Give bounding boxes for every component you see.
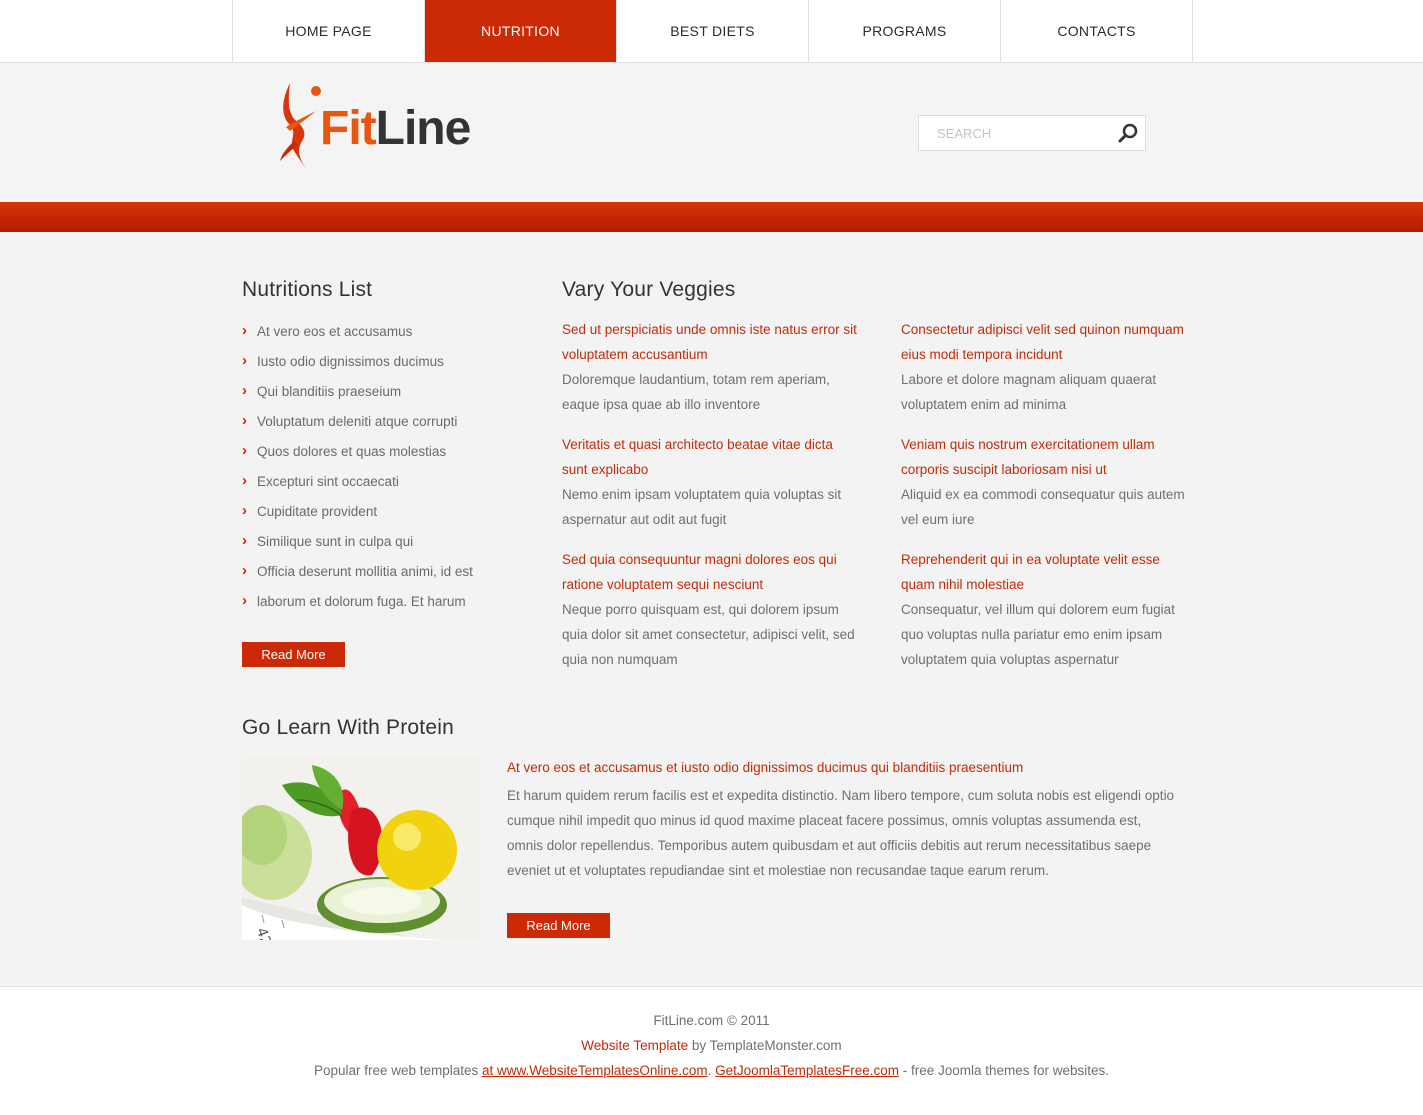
veggie-article: Reprehenderit qui in ea voluptate velit … [901, 547, 1186, 672]
nutritions-list: At vero eos et accusamus Iusto odio dign… [242, 319, 473, 620]
protein-read-more-button[interactable]: Read More [507, 913, 610, 938]
veggie-article-link[interactable]: Consectetur adipisci velit sed quinon nu… [901, 317, 1186, 367]
veggie-article-link[interactable]: Veritatis et quasi architecto beatae vit… [562, 432, 862, 482]
nav-home[interactable]: HOME PAGE [233, 0, 425, 62]
vegetable-skewer-photo: 42 [242, 755, 482, 940]
veggie-article-text: Labore et dolore magnam aliquam quaerat … [901, 372, 1157, 412]
list-item[interactable]: Excepturi sint occaecati [242, 469, 473, 500]
site-footer: FitLine.com © 2011 Website Template by T… [0, 986, 1423, 1115]
veggie-article-text: Doloremque laudantium, totam rem aperiam… [562, 372, 830, 412]
nav-programs[interactable]: PROGRAMS [809, 0, 1001, 62]
protein-article-body: Et harum quidem rerum facilis est et exp… [507, 788, 1175, 878]
nutritions-read-more-button[interactable]: Read More [242, 642, 345, 667]
veggie-article-text: Nemo enim ipsam voluptatem quia voluptas… [562, 487, 842, 527]
website-template-link[interactable]: Website Template [581, 1038, 688, 1053]
veggie-article: Veritatis et quasi architecto beatae vit… [562, 432, 862, 532]
veggie-article-text: Neque porro quisquam est, qui dolorem ip… [562, 602, 855, 667]
veggie-article: Sed quia consequuntur magni dolores eos … [562, 547, 862, 672]
veggie-article: Veniam quis nostrum exercitationem ullam… [901, 432, 1186, 532]
list-item[interactable]: Qui blanditiis praeseium [242, 379, 473, 410]
search-input[interactable] [919, 116, 1109, 150]
protein-article-link[interactable]: At vero eos et accusamus et iusto odio d… [507, 755, 1177, 780]
veggies-column-left: Sed ut perspiciatis unde omnis iste natu… [562, 317, 862, 687]
nav-nutrition[interactable]: NUTRITION [425, 0, 617, 62]
getjoomlatemplatesfree-link[interactable]: GetJoomlaTemplatesFree.com [715, 1063, 899, 1078]
red-divider-band [0, 202, 1423, 232]
footer-template-line: Website Template by TemplateMonster.com [0, 1038, 1423, 1053]
veggies-heading: Vary Your Veggies [562, 278, 736, 301]
template-by-text: by TemplateMonster.com [688, 1038, 842, 1053]
site-header: FitLine [0, 63, 1423, 202]
veggie-article-link[interactable]: Reprehenderit qui in ea voluptate velit … [901, 547, 1186, 597]
list-item[interactable]: Iusto odio dignissimos ducimus [242, 349, 473, 380]
websitetemplatesonline-link[interactable]: at www.WebsiteTemplatesOnline.com [482, 1063, 708, 1078]
list-item[interactable]: Officia deserunt mollitia animi, id est [242, 559, 473, 590]
list-item[interactable]: Similique sunt in culpa qui [242, 529, 473, 560]
popular-prefix-text: Popular free web templates [313, 1063, 483, 1078]
veggie-article-link[interactable]: Veniam quis nostrum exercitationem ullam… [901, 432, 1186, 482]
nutritions-list-heading: Nutritions List [242, 278, 373, 301]
veggie-article-link[interactable]: Sed quia consequuntur magni dolores eos … [562, 547, 862, 597]
logo-wordmark: FitLine [320, 102, 472, 155]
protein-article: At vero eos et accusamus et iusto odio d… [507, 755, 1177, 883]
nav-best-diets[interactable]: BEST DIETS [617, 0, 809, 62]
list-item[interactable]: laborum et dolorum fuga. Et harum [242, 589, 473, 620]
main-nav: HOME PAGE NUTRITION BEST DIETS PROGRAMS … [232, 0, 1193, 62]
list-item[interactable]: Quos dolores et quas molestias [242, 439, 473, 470]
protein-heading: Go Learn With Protein [242, 716, 454, 739]
list-item[interactable]: Cupiditate provident [242, 499, 473, 530]
veggie-article-text: Aliquid ex ea commodi consequatur quis a… [901, 487, 1185, 527]
site-logo[interactable]: FitLine [276, 81, 496, 173]
logo-fit-text: Fit [320, 102, 377, 155]
veggie-article-link[interactable]: Sed ut perspiciatis unde omnis iste natu… [562, 317, 862, 367]
veggie-article-text: Consequatur, vel illum qui dolorem eum f… [901, 602, 1175, 667]
veggie-article: Sed ut perspiciatis unde omnis iste natu… [562, 317, 862, 417]
veggie-article: Consectetur adipisci velit sed quinon nu… [901, 317, 1186, 417]
search-icon[interactable] [1117, 122, 1139, 144]
veggies-column-right: Consectetur adipisci velit sed quinon nu… [901, 317, 1186, 687]
footer-suffix-text: - free Joomla themes for websites. [898, 1063, 1110, 1078]
top-navigation-bar: HOME PAGE NUTRITION BEST DIETS PROGRAMS … [0, 0, 1423, 63]
footer-popular-line: Popular free web templates at www.Websit… [0, 1063, 1423, 1078]
footer-separator: . [707, 1063, 716, 1078]
search-box [918, 115, 1146, 151]
nav-contacts[interactable]: CONTACTS [1001, 0, 1193, 62]
logo-line-text: Line [375, 102, 472, 155]
vegetable-illustration: 42 [242, 755, 482, 940]
list-item[interactable]: Voluptatum deleniti atque corrupti [242, 409, 473, 440]
runner-figure-icon [280, 83, 321, 169]
list-item[interactable]: At vero eos et accusamus [242, 319, 473, 350]
footer-copyright: FitLine.com © 2011 [653, 1013, 770, 1028]
